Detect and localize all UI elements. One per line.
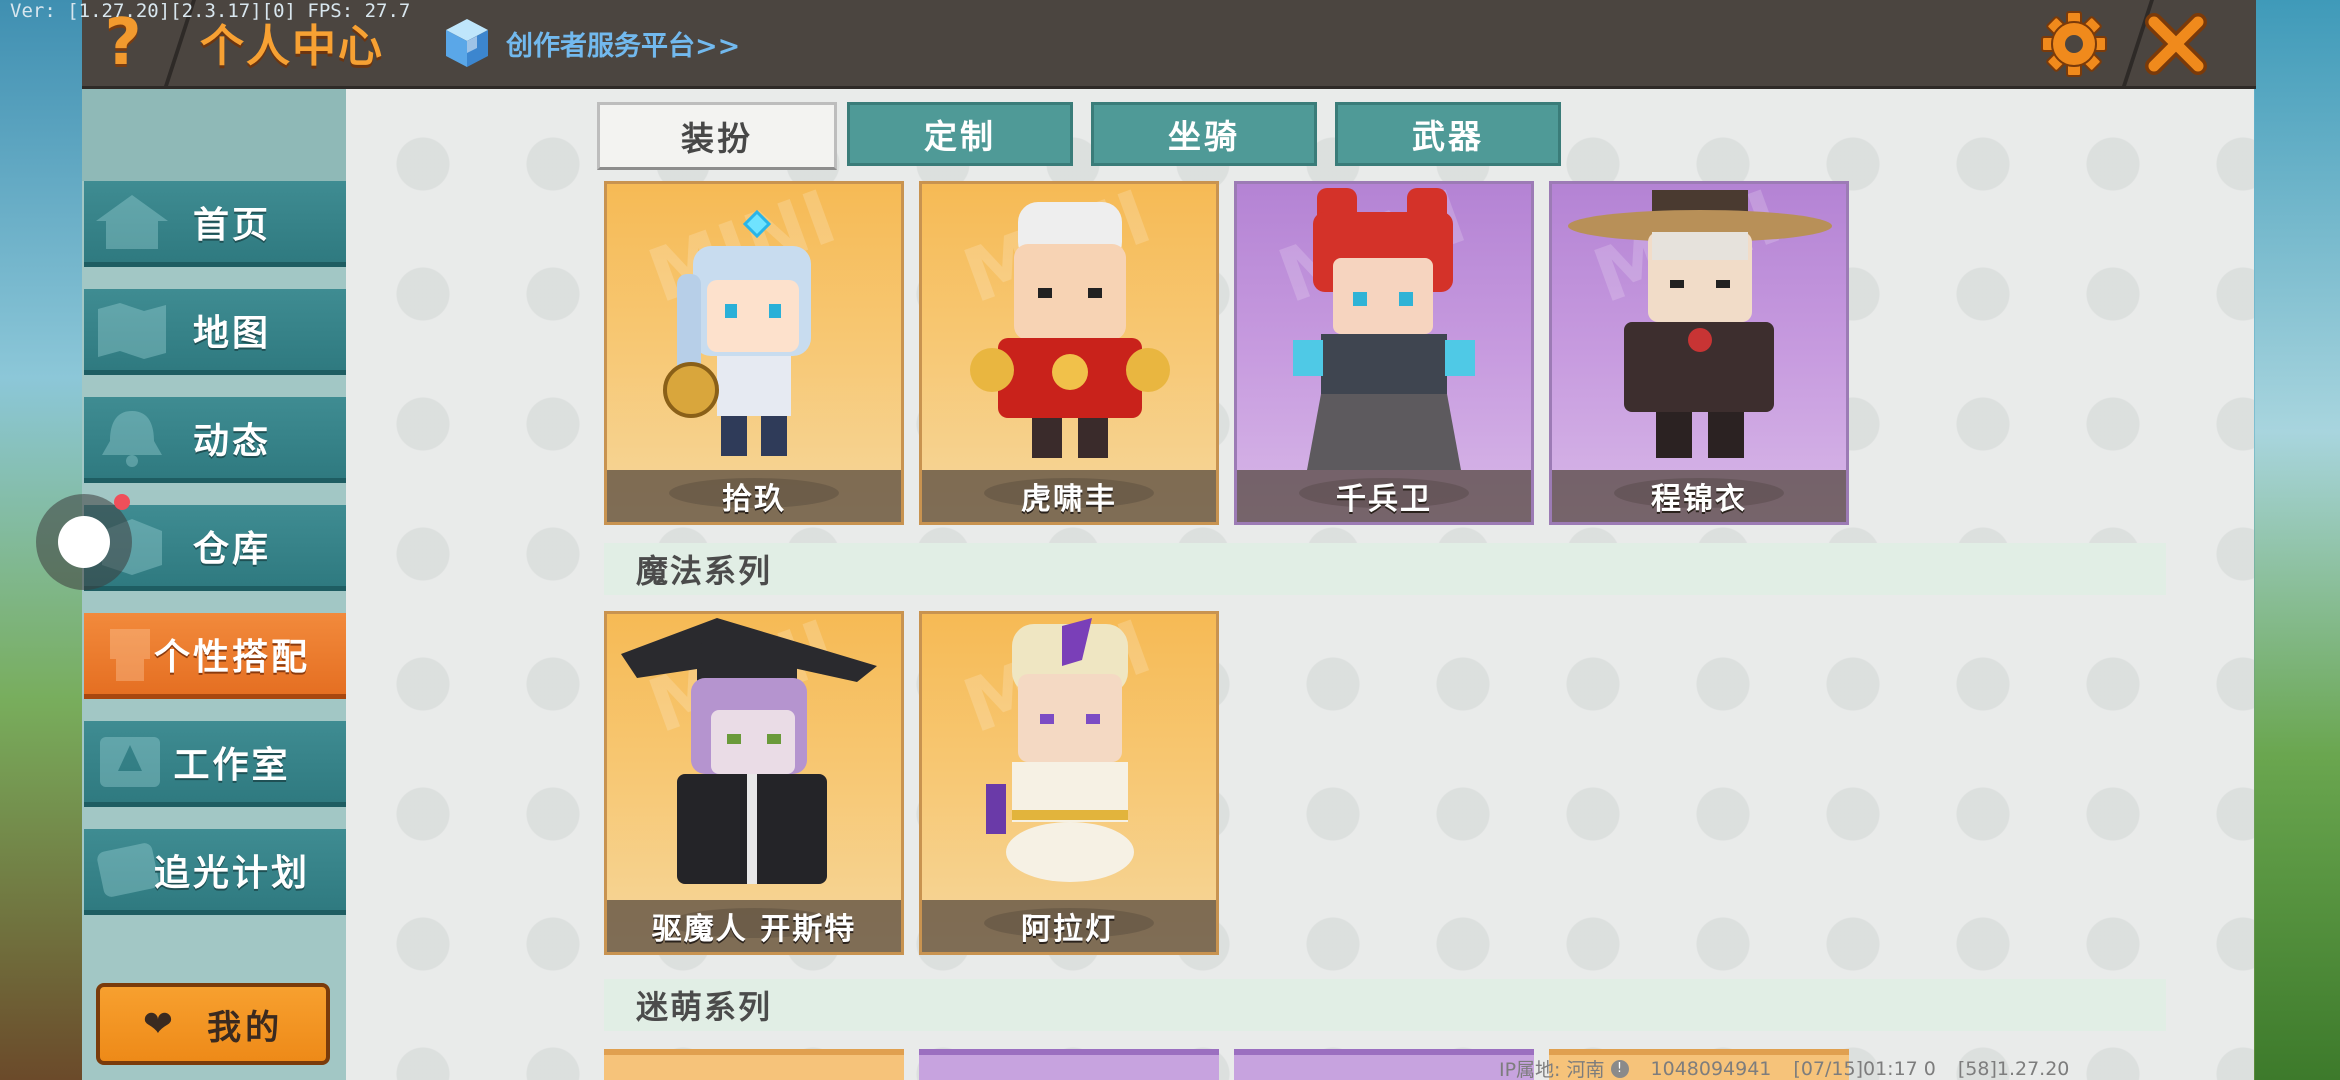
tab-weapon[interactable]: 武器	[1335, 102, 1561, 166]
character-figure	[1568, 190, 1832, 458]
skin-card-aladeng[interactable]: MINI 阿拉灯	[919, 611, 1219, 955]
build-info: [58]1.27.20	[1957, 1057, 2070, 1080]
sidebar-header	[82, 89, 346, 181]
user-id: 1048094941	[1650, 1057, 1772, 1080]
skin-name: 程锦衣	[1552, 470, 1846, 522]
heart-icon: ❤	[142, 1003, 174, 1045]
skin-card-shijiu[interactable]: MINI 拾玖	[604, 181, 904, 525]
sidebar-item-feed[interactable]: 动态	[84, 397, 346, 483]
outfit-tabs: 装扮 定制 坐骑 武器	[597, 102, 1579, 170]
tab-mount[interactable]: 坐骑	[1091, 102, 1317, 166]
close-x-icon[interactable]	[2140, 8, 2212, 80]
sidebar-item-label: 追光计划	[153, 852, 310, 894]
section-cute-series: 迷萌系列	[604, 979, 2166, 1031]
notification-dot	[114, 494, 130, 510]
skin-card-huxiaofeng[interactable]: MINI 虎啸丰	[919, 181, 1219, 525]
character-figure	[663, 209, 811, 456]
skin-card-qianbingwei[interactable]: MINI 千兵卫	[1234, 181, 1534, 525]
sidebar-item-studio[interactable]: 工作室	[84, 721, 346, 807]
tab-costume[interactable]: 装扮	[597, 102, 837, 170]
section-magic-series: 魔法系列	[604, 543, 2166, 595]
sidebar-item-label: 动态	[192, 420, 271, 462]
assist-ball-center	[58, 516, 110, 568]
sidebar-item-label: 个性搭配	[153, 636, 310, 678]
character-figure	[970, 202, 1170, 458]
timestamp: [07/15]01:17 0	[1793, 1057, 1936, 1080]
skin-name: 拾玖	[607, 470, 901, 522]
gear-icon[interactable]	[2040, 10, 2108, 78]
sidebar-item-home[interactable]: 首页	[84, 181, 346, 267]
skin-name: 驱魔人 开斯特	[607, 900, 901, 952]
creator-platform-label: 创作者服务平台>>	[506, 30, 741, 62]
tab-custom[interactable]: 定制	[847, 102, 1073, 166]
sidebar: 首页 地图 动态 仓库 个性搭配 工作室 追光计划 ❤ 我的	[82, 89, 346, 1080]
personal-center-window: ? 个人中心 创作者服务平台>> 首页 地图 动态 仓库 个性搭配 工作室 追光…	[82, 0, 2256, 1080]
outfit-content-panel[interactable]: 装扮 定制 坐骑 武器 MINI 拾玖 MINI	[346, 89, 2254, 1080]
skin-name: 千兵卫	[1237, 470, 1531, 522]
version-fps-overlay: Ver: [1.27.20][2.3.17][0] FPS: 27.7	[10, 0, 411, 22]
character-figure	[1293, 188, 1475, 470]
creator-platform-link[interactable]: 创作者服务平台>>	[442, 16, 740, 70]
sidebar-item-map[interactable]: 地图	[84, 289, 346, 375]
ip-location: IP属地: 河南	[1499, 1059, 1605, 1080]
skin-card-peek[interactable]	[919, 1049, 1219, 1080]
mine-button-label: 我的	[207, 1007, 284, 1048]
sidebar-item-spotlight[interactable]: 追光计划	[84, 829, 346, 915]
skin-card-peek[interactable]	[1234, 1049, 1534, 1080]
skin-name: 虎啸丰	[922, 470, 1216, 522]
game-background-right	[2255, 0, 2340, 1080]
skin-name: 阿拉灯	[922, 900, 1216, 952]
info-icon[interactable]: !	[1610, 1059, 1629, 1078]
character-figure	[621, 618, 877, 884]
skin-card-chengjinyi[interactable]: MINI 程锦衣	[1549, 181, 1849, 525]
skin-card-exorcist-kaisite[interactable]: MINI 驱魔人 开斯特	[604, 611, 904, 955]
skin-card-peek[interactable]	[604, 1049, 904, 1080]
sidebar-item-label: 地图	[192, 312, 271, 354]
mine-button[interactable]: ❤ 我的	[96, 983, 330, 1065]
sidebar-item-label: 工作室	[173, 744, 291, 786]
footer-info: IP属地: 河南 ! 1048094941 [07/15]01:17 0 [58…	[1499, 1055, 2069, 1080]
cube-icon	[446, 19, 488, 67]
sidebar-item-outfit[interactable]: 个性搭配	[84, 613, 346, 699]
character-figure	[986, 618, 1134, 882]
floating-assist-ball[interactable]	[36, 494, 132, 590]
sidebar-item-label: 首页	[192, 204, 271, 246]
